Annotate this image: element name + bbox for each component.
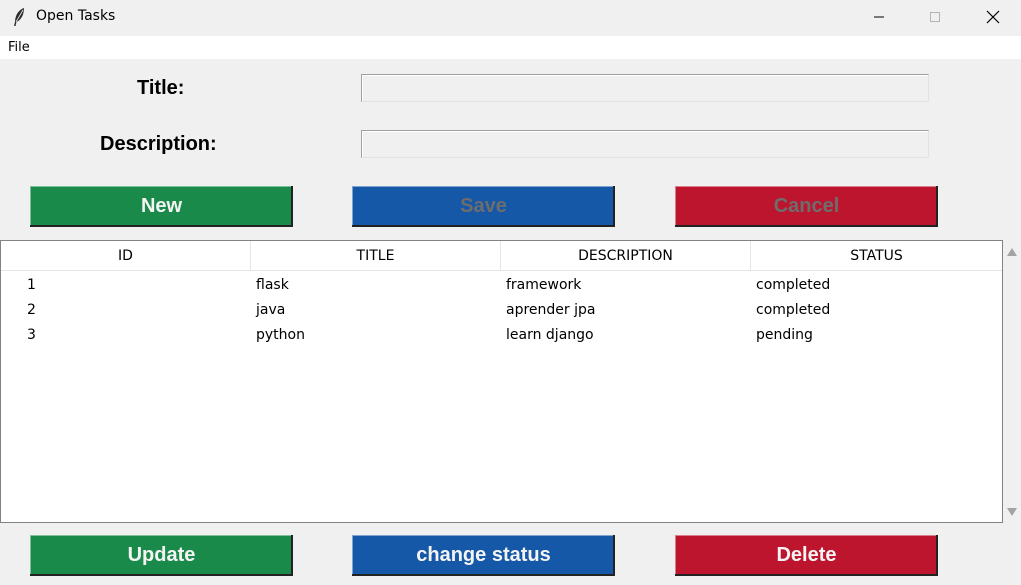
- cancel-button[interactable]: Cancel: [675, 186, 938, 227]
- close-button[interactable]: [970, 0, 1016, 34]
- table-row[interactable]: 1 flask framework completed: [1, 272, 1002, 297]
- maximize-button[interactable]: [912, 0, 958, 34]
- minimize-icon: [874, 16, 884, 18]
- close-icon: [986, 10, 1000, 24]
- cell-id: 3: [27, 326, 36, 343]
- description-label: Description:: [100, 133, 217, 155]
- cell-title: java: [256, 301, 286, 318]
- title-input[interactable]: [361, 74, 929, 102]
- minimize-button[interactable]: [856, 0, 902, 34]
- column-header-title[interactable]: TITLE: [251, 241, 501, 271]
- window-title: Open Tasks: [36, 8, 116, 24]
- cell-status: pending: [756, 326, 813, 343]
- cell-title: python: [256, 326, 305, 343]
- change-status-button[interactable]: change status: [352, 535, 615, 576]
- cell-status: completed: [756, 301, 831, 318]
- title-label: Title:: [137, 77, 185, 99]
- vertical-scrollbar[interactable]: [1003, 240, 1021, 523]
- tasks-table[interactable]: ID TITLE DESCRIPTION STATUS 1 flask fram…: [0, 240, 1003, 523]
- feather-icon: [14, 8, 24, 26]
- cell-description: learn django: [506, 326, 594, 343]
- description-input[interactable]: [361, 130, 929, 158]
- scroll-down-arrow-icon[interactable]: [1006, 507, 1018, 517]
- scroll-up-arrow-icon[interactable]: [1006, 247, 1018, 257]
- column-header-id[interactable]: ID: [1, 241, 251, 271]
- cell-description: aprender jpa: [506, 301, 596, 318]
- save-button[interactable]: Save: [352, 186, 615, 227]
- table-header: ID TITLE DESCRIPTION STATUS: [1, 241, 1002, 271]
- table-row[interactable]: 2 java aprender jpa completed: [1, 297, 1002, 322]
- cell-id: 2: [27, 301, 36, 318]
- menu-bar: File: [0, 36, 1021, 59]
- cell-description: framework: [506, 276, 582, 293]
- column-header-description[interactable]: DESCRIPTION: [501, 241, 751, 271]
- cell-title: flask: [256, 276, 289, 293]
- table-body: 1 flask framework completed 2 java apren…: [1, 272, 1002, 347]
- cell-id: 1: [27, 276, 36, 293]
- maximize-icon: [930, 12, 940, 22]
- cell-status: completed: [756, 276, 831, 293]
- column-header-status[interactable]: STATUS: [751, 241, 1002, 271]
- menu-file[interactable]: File: [8, 40, 30, 55]
- table-row[interactable]: 3 python learn django pending: [1, 322, 1002, 347]
- title-bar: Open Tasks: [0, 0, 1021, 34]
- delete-button[interactable]: Delete: [675, 535, 938, 576]
- update-button[interactable]: Update: [30, 535, 293, 576]
- new-button[interactable]: New: [30, 186, 293, 227]
